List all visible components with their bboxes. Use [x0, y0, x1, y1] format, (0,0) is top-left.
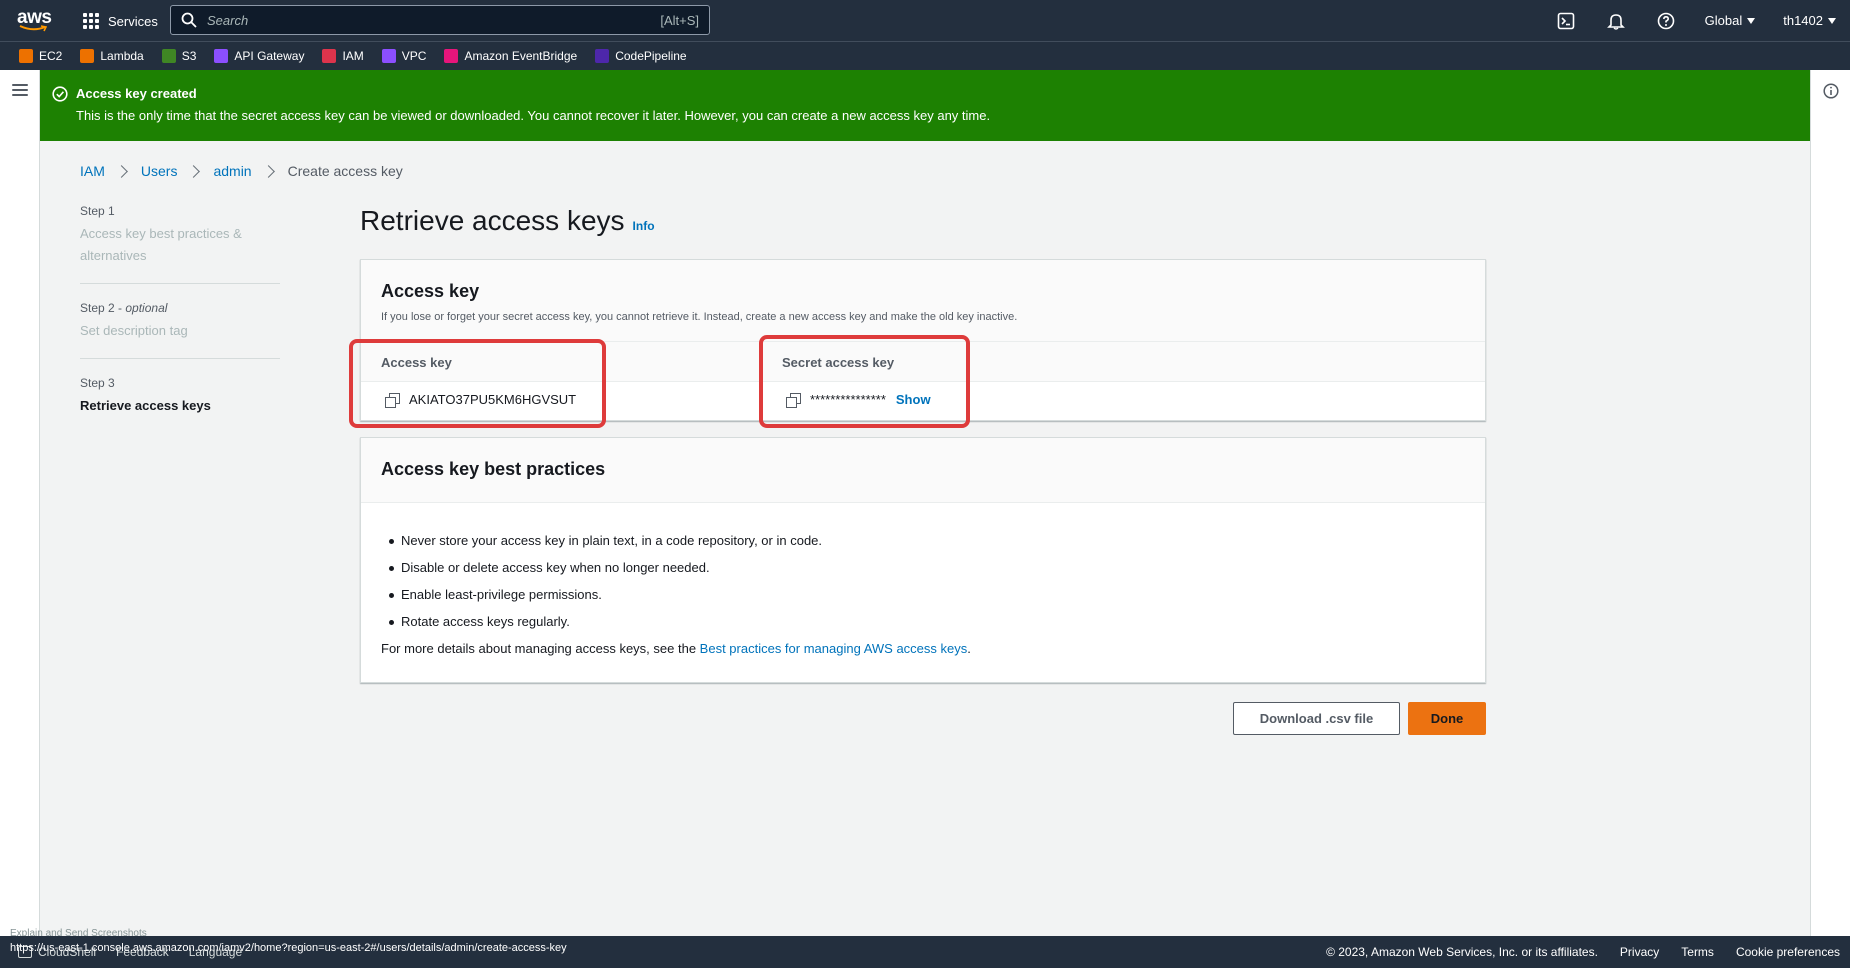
highlight-secret-key: [759, 335, 970, 428]
wizard-step-1: Step 1 Access key best practices & alter…: [80, 203, 280, 284]
list-item: Enable least-privilege permissions.: [381, 581, 1485, 608]
chevron-right-icon: [115, 164, 128, 178]
left-rail: [0, 70, 40, 936]
bell-icon: [1606, 13, 1625, 30]
download-csv-button[interactable]: Download .csv file: [1233, 702, 1400, 735]
ec2-icon: [19, 49, 33, 63]
region-label: Global: [1704, 13, 1743, 28]
breadcrumb-users[interactable]: Users: [141, 163, 178, 179]
iam-icon: [322, 49, 337, 63]
page-title: Retrieve access keys Info: [360, 205, 655, 237]
terms-link[interactable]: Terms: [1681, 945, 1714, 959]
step-label: Access key best practices & alternatives: [80, 226, 242, 263]
favorite-label: CodePipeline: [615, 49, 687, 63]
status-url: https://us-east-1.console.aws.amazon.com…: [10, 942, 567, 954]
vpc-icon: [381, 49, 396, 63]
api-gateway-icon: [214, 49, 229, 63]
best-practices-panel: Access key best practices Never store yo…: [360, 437, 1486, 683]
account-label: th1402: [1783, 13, 1823, 28]
cloudshell-button[interactable]: [1541, 0, 1591, 41]
favorite-amazon-eventbridge[interactable]: Amazon EventBridge: [444, 49, 577, 63]
favorite-s3[interactable]: S3: [161, 49, 197, 63]
favorite-lambda[interactable]: Lambda: [80, 49, 144, 63]
breadcrumb-admin[interactable]: admin: [213, 163, 251, 179]
step-number: Step 1: [80, 204, 115, 218]
success-check-icon: [52, 86, 68, 102]
breadcrumb-iam[interactable]: IAM: [80, 163, 105, 179]
grid-icon: [83, 12, 100, 30]
terminal-icon: [1557, 12, 1574, 29]
services-menu[interactable]: Services: [83, 10, 158, 32]
done-button[interactable]: Done: [1408, 702, 1486, 735]
best-practices-link[interactable]: Best practices for managing AWS access k…: [700, 641, 968, 656]
panel-title: Access key: [381, 281, 480, 301]
info-panel-icon[interactable]: [1823, 83, 1839, 99]
favorite-label: Lambda: [100, 49, 144, 63]
menu-icon[interactable]: [12, 84, 28, 96]
wizard-step-2: Step 2 - optional Set description tag: [80, 300, 280, 359]
favorite-ec2[interactable]: EC2: [19, 49, 62, 63]
search-shortcut: [Alt+S]: [660, 12, 699, 28]
help-button[interactable]: [1641, 0, 1691, 41]
right-rail: [1810, 70, 1850, 936]
favorite-api-gateway[interactable]: API Gateway: [214, 49, 304, 63]
s3-icon: [161, 49, 176, 63]
lambda-icon: [80, 49, 95, 63]
search-icon: [181, 12, 197, 28]
favorite-vpc[interactable]: VPC: [381, 49, 427, 63]
search-placeholder: Search: [207, 12, 249, 28]
chevron-right-icon: [261, 164, 275, 178]
breadcrumb-current: Create access key: [287, 163, 403, 179]
codepipeline-icon: [595, 49, 610, 63]
caret-down-icon: [1747, 17, 1756, 24]
flash-title: Access key created: [76, 86, 197, 101]
favorite-label: IAM: [342, 49, 364, 63]
page-title-text: Retrieve access keys: [360, 205, 625, 236]
aws-logo[interactable]: aws: [17, 8, 52, 32]
wizard-step-3: Step 3 Retrieve access keys: [80, 375, 280, 433]
eventbridge-icon: [444, 49, 459, 63]
account-menu[interactable]: th1402: [1769, 0, 1850, 41]
info-link[interactable]: Info: [633, 219, 655, 233]
step-number: Step 3: [80, 376, 115, 390]
help-icon: [1657, 12, 1674, 29]
search-input[interactable]: Search [Alt+S]: [170, 5, 710, 35]
favorite-label: EC2: [39, 49, 63, 63]
step-label: Retrieve access keys: [80, 398, 211, 413]
step-number: Step 2 - optional: [80, 301, 168, 315]
favorite-codepipeline[interactable]: CodePipeline: [595, 49, 687, 63]
top-navigation: aws Services Search [Alt+S] Global th140…: [0, 0, 1850, 41]
favorite-label: VPC: [401, 49, 427, 63]
region-selector[interactable]: Global: [1691, 0, 1770, 41]
wizard-steps: Step 1 Access key best practices & alter…: [80, 203, 280, 449]
highlight-access-key: [349, 339, 606, 428]
copyright: © 2023, Amazon Web Services, Inc. or its…: [1326, 945, 1598, 959]
step-label: Set description tag: [80, 323, 188, 338]
step-optional: optional: [125, 301, 168, 315]
panel-title: Access key best practices: [361, 438, 1485, 503]
caret-down-icon: [1828, 17, 1836, 24]
cookie-preferences-link[interactable]: Cookie preferences: [1736, 945, 1840, 959]
favorite-label: Amazon EventBridge: [464, 49, 578, 63]
success-flashbar: Access key created This is the only time…: [40, 70, 1810, 141]
list-item: Rotate access keys regularly.: [381, 608, 1485, 635]
services-label: Services: [108, 13, 158, 29]
aws-smile-icon: [19, 25, 47, 32]
notifications-button[interactable]: [1591, 0, 1641, 41]
flash-message: This is the only time that the secret ac…: [76, 108, 991, 123]
best-practices-list: Never store your access key in plain tex…: [381, 527, 1485, 635]
breadcrumb: IAM Users admin Create access key: [80, 163, 403, 179]
favorite-label: API Gateway: [234, 49, 305, 63]
favorite-iam[interactable]: IAM: [322, 49, 364, 63]
list-item: Never store your access key in plain tex…: [381, 527, 1485, 554]
privacy-link[interactable]: Privacy: [1620, 945, 1659, 959]
more-details-text: For more details about managing access k…: [381, 641, 971, 656]
panel-description: If you lose or forget your secret access…: [381, 311, 1018, 323]
favorite-label: S3: [181, 49, 197, 63]
favorites-bar: EC2 Lambda S3 API Gateway IAM VPC Amazon Event…: [0, 41, 1850, 70]
panel-header: Access key If you lose or forget your se…: [361, 260, 1485, 342]
list-item: Disable or delete access key when no lon…: [381, 554, 1485, 581]
chevron-right-icon: [187, 164, 201, 178]
